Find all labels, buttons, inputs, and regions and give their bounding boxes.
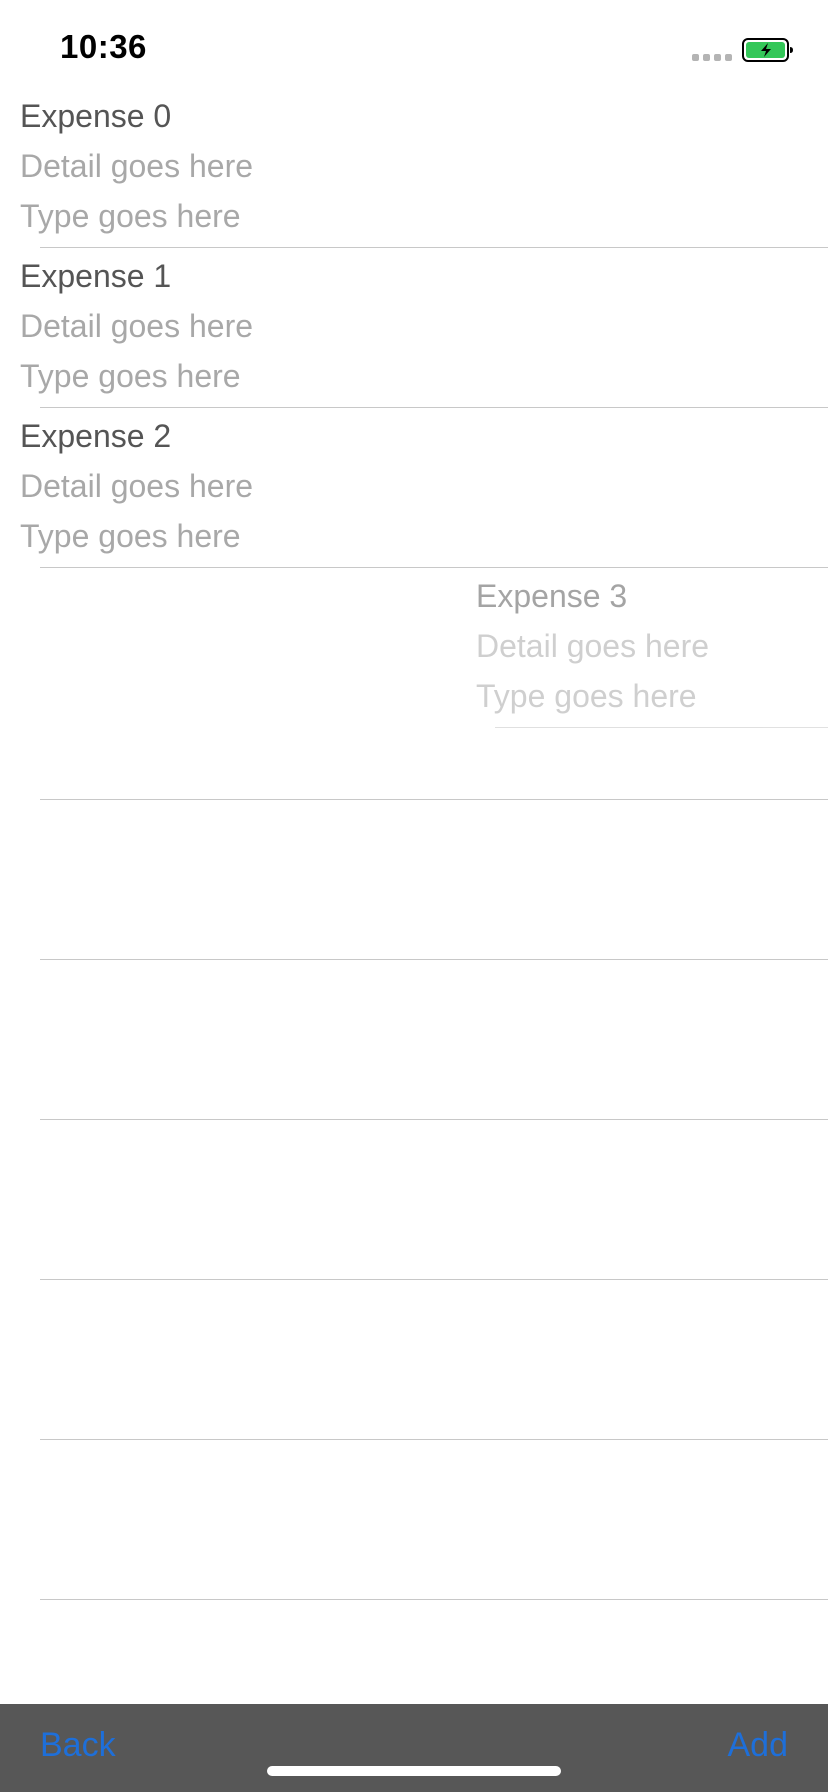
expense-type: Type goes here: [20, 518, 241, 554]
expense-cell[interactable]: Expense 2 Detail goes here Type goes her…: [0, 408, 828, 568]
cellular-signal-icon: [692, 54, 732, 62]
expense-detail: Detail goes here: [20, 468, 254, 504]
row-separator: [495, 727, 828, 728]
expense-detail: Detail goes here: [476, 628, 710, 664]
status-time: 10:36: [60, 28, 147, 65]
row-separator: [40, 799, 828, 800]
bottom-toolbar: Back Add: [0, 1704, 828, 1792]
row-separator: [40, 959, 828, 960]
expense-cell[interactable]: Expense 0 Detail goes here Type goes her…: [0, 88, 828, 248]
expense-type: Type goes here: [476, 678, 697, 714]
expense-title: Expense 3: [476, 578, 628, 614]
expense-detail: Detail goes here: [20, 308, 254, 344]
expense-title: Expense 2: [20, 418, 172, 454]
battery-charging-icon: [742, 38, 794, 62]
expense-type: Type goes here: [20, 358, 241, 394]
row-separator: [40, 1279, 828, 1280]
status-bar: 10:36: [0, 0, 828, 96]
row-separator: [40, 1119, 828, 1120]
expense-detail: Detail goes here: [20, 148, 254, 184]
row-separator: [40, 1439, 828, 1440]
expense-type: Type goes here: [20, 198, 241, 234]
row-separator: [40, 1599, 828, 1600]
expense-title: Expense 0: [20, 98, 172, 134]
home-indicator[interactable]: [267, 1766, 561, 1776]
expense-cell[interactable]: Expense 1 Detail goes here Type goes her…: [0, 248, 828, 408]
back-button[interactable]: Back: [40, 1726, 116, 1765]
add-button[interactable]: Add: [728, 1726, 789, 1765]
dragging-expense-cell[interactable]: Expense 3 Detail goes here Type goes her…: [455, 568, 828, 728]
expense-title: Expense 1: [20, 258, 172, 294]
